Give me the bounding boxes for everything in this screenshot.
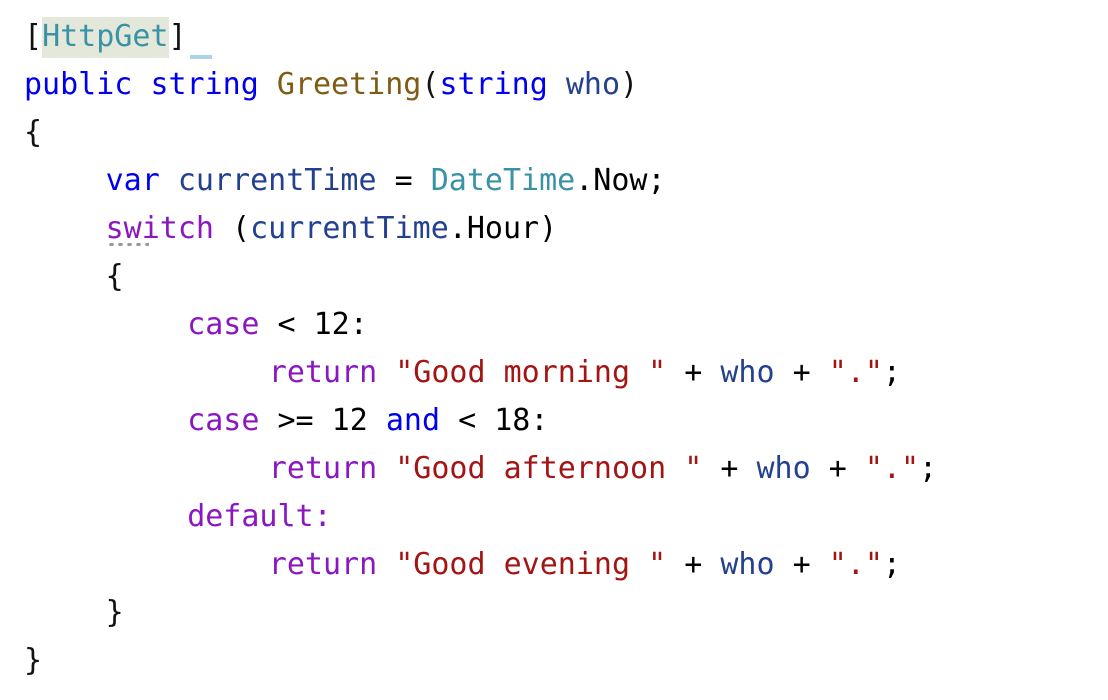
code-line[interactable]: return "Good morning " + who + "."; — [269, 349, 901, 397]
code-line[interactable]: return "Good afternoon " + who + "."; — [269, 445, 937, 493]
code-line[interactable]: case >= 12 and < 18: — [187, 397, 548, 445]
code-token: who — [565, 67, 621, 102]
code-token: who — [720, 355, 775, 390]
code-token: ( — [421, 67, 440, 102]
code-token: + — [774, 547, 829, 582]
code-token: = — [376, 163, 431, 198]
code-token: ; — [882, 547, 901, 582]
code-token: + — [666, 547, 721, 582]
code-token: "." — [828, 547, 883, 582]
code-token: < 18: — [440, 403, 549, 438]
code-token: "." — [864, 451, 920, 486]
code-token: < 12: — [259, 307, 368, 342]
code-line[interactable]: case < 12: — [187, 301, 368, 349]
code-line[interactable]: var currentTime = DateTime.Now; — [106, 157, 666, 205]
code-token: switch — [105, 211, 214, 246]
code-token: who — [756, 451, 811, 486]
switch-squiggle-underline — [107, 243, 149, 246]
code-token: return — [268, 547, 378, 582]
code-token: ) — [620, 67, 639, 102]
code-token: case — [187, 403, 260, 438]
code-token: ; — [919, 451, 938, 486]
code-editor-surface[interactable]: [HttpGet] public string Greeting(string w… — [0, 0, 1108, 700]
code-line[interactable]: default: — [187, 493, 332, 541]
code-token: + — [702, 451, 757, 486]
code-line[interactable]: switch (currentTime.Hour) — [106, 205, 558, 253]
code-line[interactable]: { — [106, 253, 124, 301]
code-token: currentTime — [177, 163, 377, 198]
code-token: { — [105, 259, 124, 294]
code-token: } — [105, 595, 124, 630]
code-token: and — [385, 403, 441, 438]
code-line[interactable]: } — [106, 589, 124, 637]
code-token: "." — [828, 355, 883, 390]
code-line[interactable]: return "Good evening " + who + "."; — [269, 541, 901, 589]
code-token: + — [666, 355, 721, 390]
code-token: + — [774, 355, 829, 390]
code-line[interactable]: { — [24, 109, 42, 157]
code-token: "Good afternoon " — [395, 451, 703, 486]
code-token: ] — [168, 19, 187, 54]
code-line[interactable]: [HttpGet] — [24, 13, 187, 61]
code-token: [ — [24, 19, 43, 54]
code-token: : — [313, 499, 332, 534]
code-token: string — [150, 67, 259, 102]
code-token: return — [268, 355, 378, 390]
code-token: ; — [882, 355, 901, 390]
code-token: ( — [213, 211, 251, 246]
code-token: default — [187, 499, 314, 534]
code-token: public — [24, 67, 133, 102]
code-line[interactable]: public string Greeting(string who) — [24, 61, 638, 109]
code-token: "Good morning " — [395, 355, 667, 390]
code-token: HttpGet — [42, 17, 169, 58]
code-token: .Now; — [575, 163, 666, 198]
rename-suggestion-bar[interactable] — [190, 55, 212, 59]
code-token: >= 12 — [259, 403, 386, 438]
code-token: } — [24, 643, 43, 678]
code-token: var — [105, 163, 160, 198]
code-token: + — [810, 451, 865, 486]
code-token: case — [187, 307, 260, 342]
code-token: currentTime — [250, 211, 449, 246]
code-token: { — [24, 115, 43, 150]
code-line[interactable]: } — [24, 637, 42, 685]
code-token: "Good evening " — [395, 547, 667, 582]
code-token: string — [439, 67, 548, 102]
code-token: return — [268, 451, 378, 486]
code-token: .Hour) — [448, 211, 558, 246]
code-token: who — [720, 547, 775, 582]
code-token: Greeting — [276, 67, 422, 102]
code-token: DateTime — [430, 163, 576, 198]
